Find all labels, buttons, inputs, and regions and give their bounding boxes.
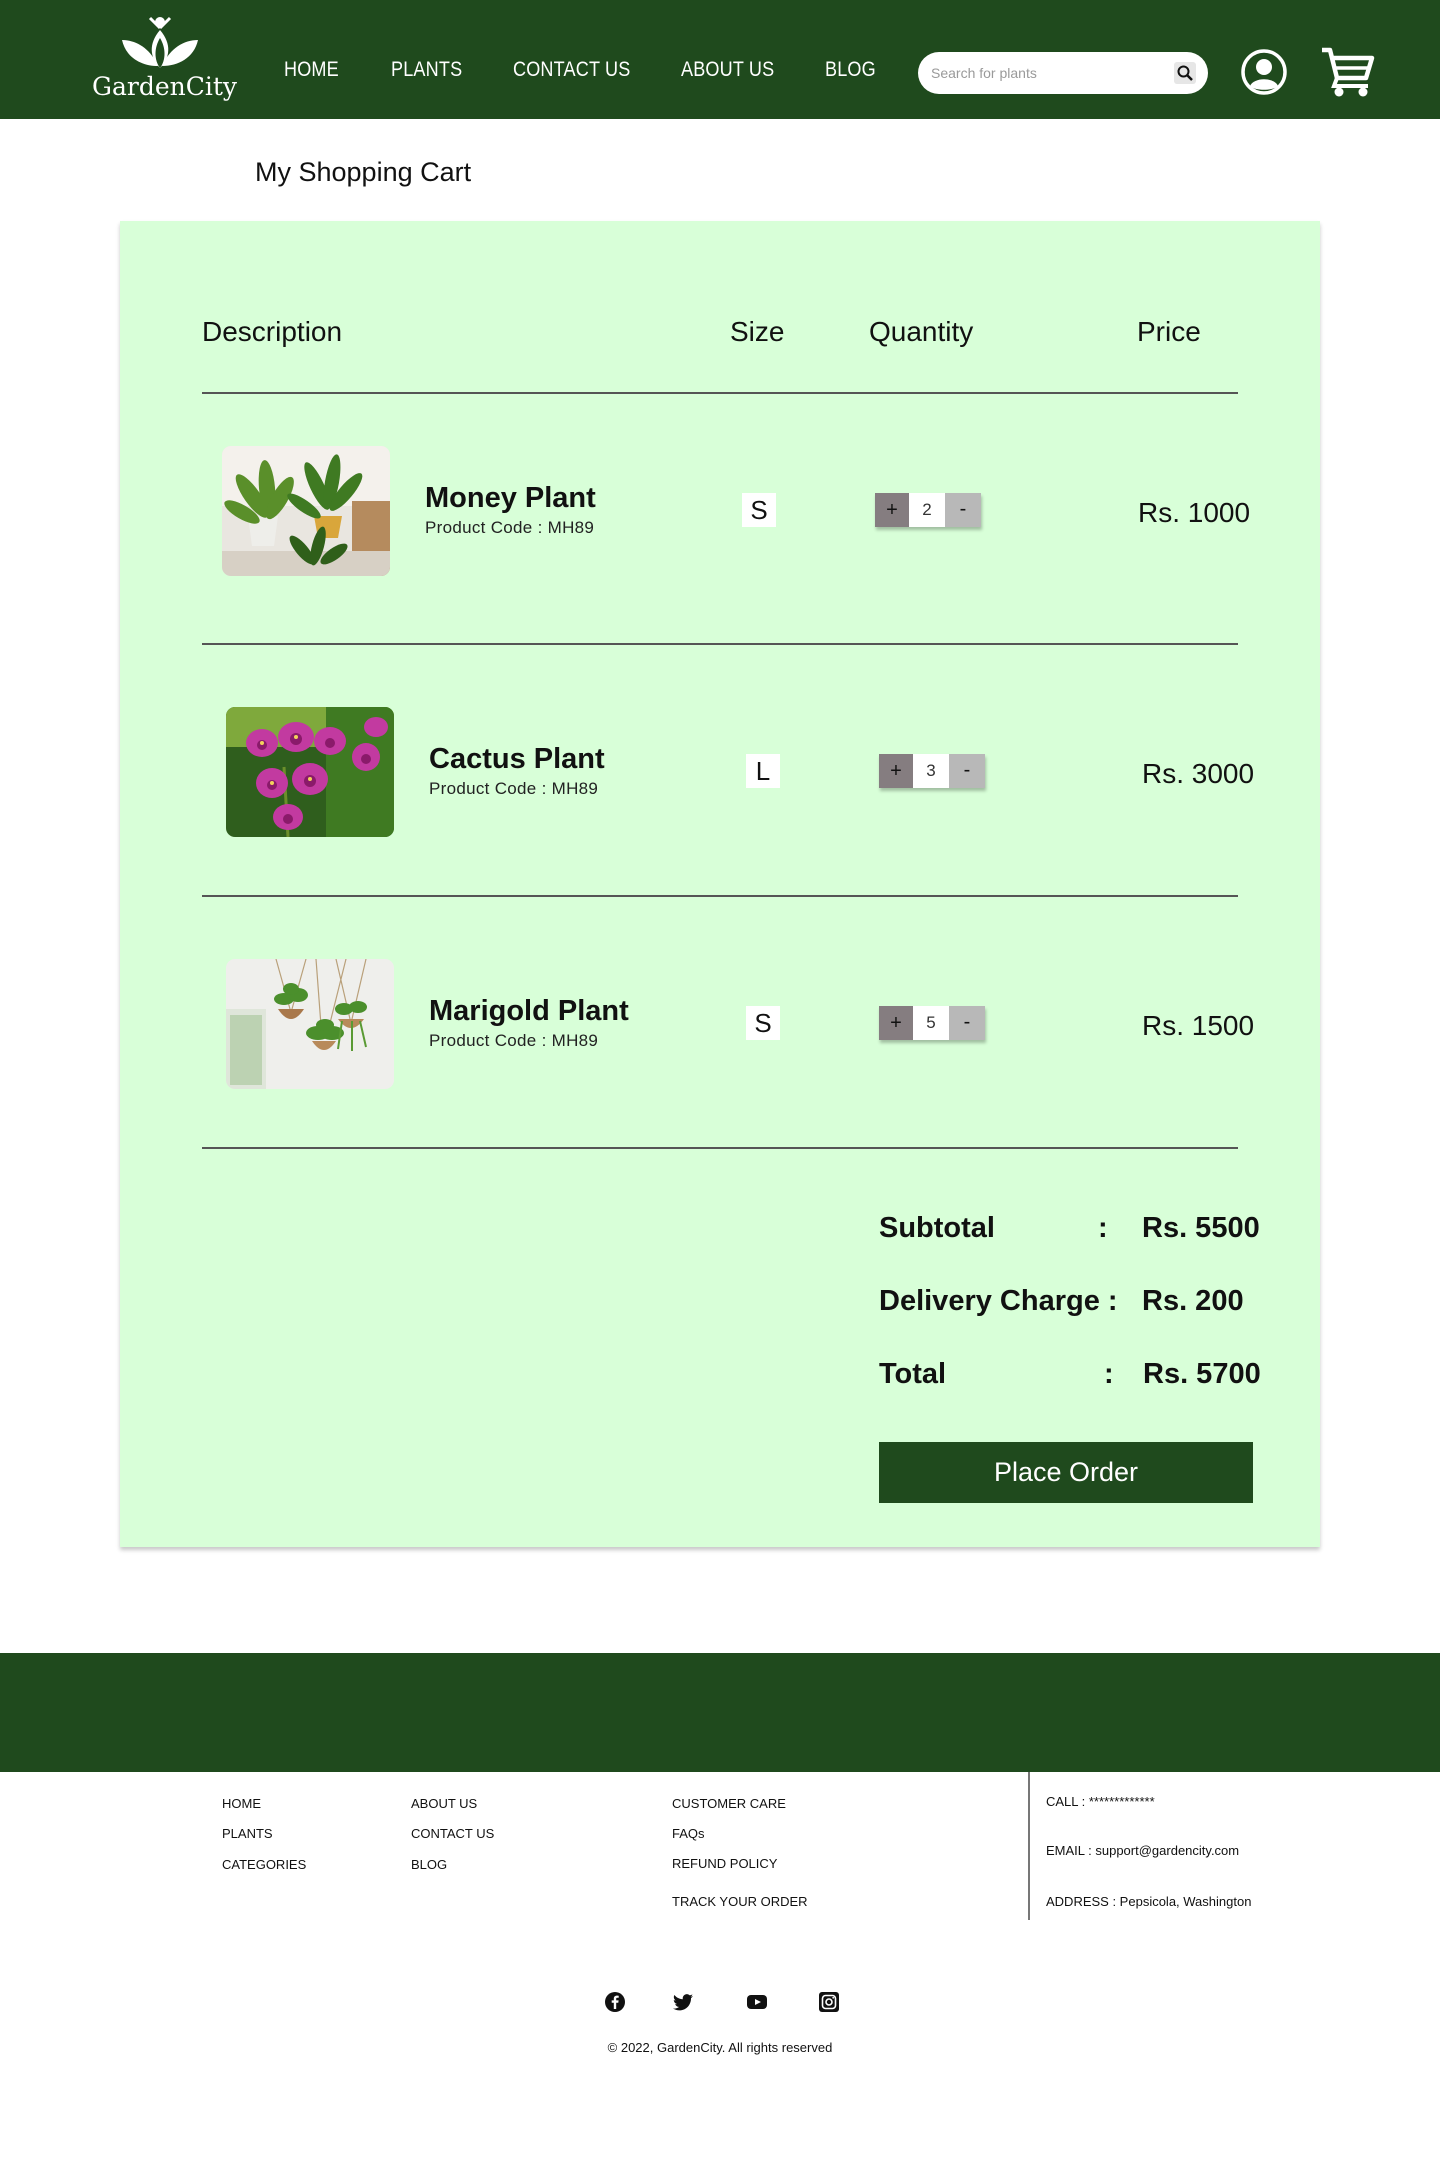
copyright-text: © 2022, GardenCity. All rights reserved bbox=[607, 2040, 833, 2055]
footer-band bbox=[0, 1653, 1440, 1772]
twitter-icon bbox=[673, 1994, 693, 2011]
product-name: Money Plant bbox=[425, 482, 596, 514]
footer-link-track-order[interactable]: TRACK YOUR ORDER bbox=[672, 1894, 808, 1909]
footer-link-about-us[interactable]: ABOUT US bbox=[411, 1796, 477, 1811]
quantity-value[interactable]: 5 bbox=[913, 1006, 949, 1040]
search-input[interactable] bbox=[931, 61, 1161, 85]
footer-call: CALL : ************* bbox=[1046, 1794, 1155, 1809]
cart-icon bbox=[1322, 47, 1375, 97]
divider bbox=[202, 643, 1238, 645]
total-label: Total bbox=[879, 1358, 947, 1390]
footer-link-contact-us[interactable]: CONTACT US bbox=[411, 1826, 494, 1841]
decrease-quantity-button[interactable]: - bbox=[949, 754, 985, 788]
divider bbox=[202, 1147, 1238, 1149]
product-code: Product Code : MH89 bbox=[429, 779, 599, 798]
product-name: Marigold Plant bbox=[429, 995, 629, 1027]
footer-link-customer-care[interactable]: CUSTOMER CARE bbox=[672, 1796, 786, 1811]
youtube-link[interactable] bbox=[746, 1991, 768, 2013]
size-badge: S bbox=[742, 493, 776, 527]
delivery-charge-label: Delivery Charge : bbox=[879, 1285, 1118, 1317]
subtotal-label: Subtotal bbox=[879, 1212, 995, 1244]
column-quantity: Quantity bbox=[869, 316, 974, 347]
cart-panel: Description Size Quantity Price Money Pl… bbox=[120, 221, 1320, 1547]
facebook-icon bbox=[605, 1992, 625, 2012]
footer-email[interactable]: EMAIL : support@gardencity.com bbox=[1046, 1843, 1239, 1858]
user-icon bbox=[1241, 49, 1287, 95]
facebook-link[interactable] bbox=[604, 1991, 626, 2013]
footer-link-refund-policy[interactable]: REFUND POLICY bbox=[672, 1856, 777, 1871]
total-value: Rs. 5700 bbox=[1143, 1358, 1261, 1390]
nav-about-us[interactable]: ABOUT US bbox=[681, 58, 774, 82]
column-size: Size bbox=[730, 316, 785, 347]
footer-link-blog[interactable]: BLOG bbox=[411, 1857, 447, 1872]
search-box bbox=[918, 52, 1208, 94]
subtotal-value: Rs. 5500 bbox=[1142, 1212, 1260, 1244]
increase-quantity-button[interactable]: + bbox=[875, 493, 909, 527]
divider bbox=[202, 895, 1238, 897]
quantity-stepper: + 5 - bbox=[879, 1006, 985, 1040]
instagram-link[interactable] bbox=[818, 1991, 840, 2013]
decrease-quantity-button[interactable]: - bbox=[949, 1006, 985, 1040]
increase-quantity-button[interactable]: + bbox=[879, 1006, 913, 1040]
nav-home[interactable]: HOME bbox=[284, 58, 339, 82]
search-icon bbox=[1177, 65, 1193, 81]
footer-link-categories[interactable]: CATEGORIES bbox=[222, 1857, 306, 1872]
column-description: Description bbox=[202, 316, 343, 347]
brand-name: GardenCity bbox=[92, 72, 238, 101]
twitter-link[interactable] bbox=[672, 1991, 694, 2013]
logo[interactable]: GardenCity bbox=[92, 14, 238, 106]
quantity-stepper: + 3 - bbox=[879, 754, 985, 788]
footer-divider bbox=[1028, 1772, 1030, 1920]
page-title: My Shopping Cart bbox=[255, 157, 472, 187]
product-name: Cactus Plant bbox=[429, 743, 605, 775]
size-badge: S bbox=[746, 1006, 780, 1040]
site-header: GardenCity HOME PLANTS CONTACT US ABOUT … bbox=[0, 0, 1440, 119]
decrease-quantity-button[interactable]: - bbox=[945, 493, 981, 527]
quantity-value[interactable]: 2 bbox=[909, 493, 945, 527]
total-colon: : bbox=[1104, 1358, 1114, 1390]
youtube-icon bbox=[747, 1995, 767, 2009]
nav-plants[interactable]: PLANTS bbox=[391, 58, 462, 82]
footer-link-plants[interactable]: PLANTS bbox=[222, 1826, 273, 1841]
instagram-icon bbox=[819, 1992, 839, 2012]
user-account-button[interactable] bbox=[1240, 48, 1288, 96]
footer-link-faqs[interactable]: FAQs bbox=[672, 1826, 705, 1841]
product-image-marigold-plant bbox=[226, 959, 394, 1089]
footer-address: ADDRESS : Pepsicola, Washington bbox=[1046, 1894, 1252, 1909]
size-badge: L bbox=[746, 754, 780, 788]
footer-link-home[interactable]: HOME bbox=[222, 1796, 261, 1811]
item-price: Rs. 1500 bbox=[1142, 1010, 1255, 1041]
quantity-value[interactable]: 3 bbox=[913, 754, 949, 788]
cart-button[interactable] bbox=[1320, 46, 1376, 98]
product-image-money-plant bbox=[222, 446, 390, 576]
subtotal-colon: : bbox=[1098, 1212, 1108, 1244]
increase-quantity-button[interactable]: + bbox=[879, 754, 913, 788]
place-order-button[interactable]: Place Order bbox=[879, 1442, 1253, 1503]
item-price: Rs. 1000 bbox=[1138, 497, 1251, 528]
column-price: Price bbox=[1137, 316, 1201, 347]
nav-blog[interactable]: BLOG bbox=[825, 58, 876, 82]
product-image-cactus-plant bbox=[226, 707, 394, 837]
quantity-stepper: + 2 - bbox=[875, 493, 981, 527]
delivery-charge-value: Rs. 200 bbox=[1142, 1285, 1244, 1317]
product-code: Product Code : MH89 bbox=[425, 518, 595, 537]
divider bbox=[202, 392, 1238, 394]
nav-contact-us[interactable]: CONTACT US bbox=[513, 58, 630, 82]
lotus-logo-icon bbox=[122, 16, 198, 68]
product-code: Product Code : MH89 bbox=[429, 1031, 599, 1050]
search-button[interactable] bbox=[1174, 62, 1196, 84]
item-price: Rs. 3000 bbox=[1142, 758, 1255, 789]
